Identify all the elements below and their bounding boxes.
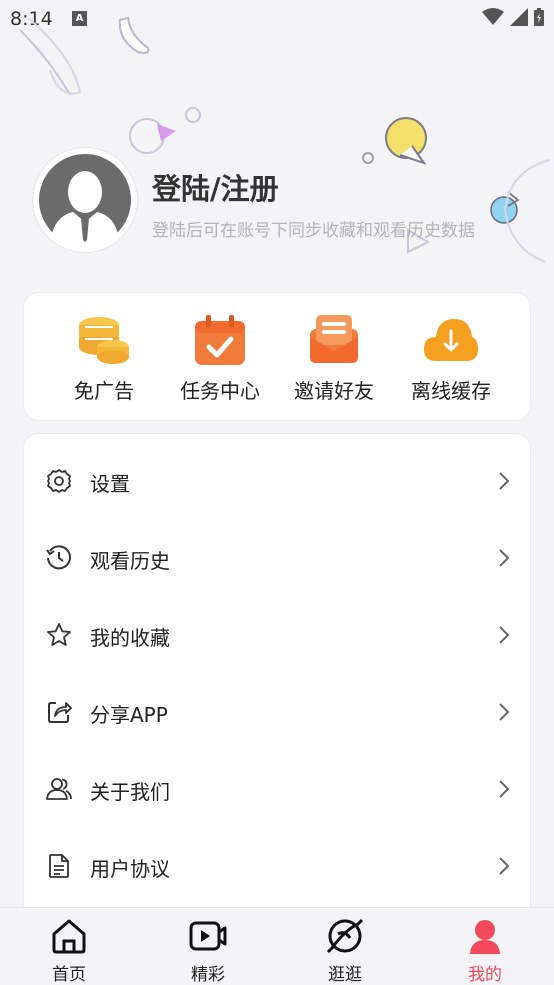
quick-action-label: 免广告 (74, 379, 134, 403)
menu-item-label: 设置 (90, 472, 130, 496)
menu-item-label: 分享APP (90, 703, 168, 727)
quick-action-no-ads[interactable]: 免广告 (44, 315, 164, 404)
chevron-right-icon (499, 780, 510, 798)
envelope-icon (310, 315, 358, 363)
quick-action-label: 离线缓存 (411, 379, 491, 403)
quick-action-task-center[interactable]: 任务中心 (160, 315, 280, 404)
menu-item-share[interactable]: 分享APP (24, 677, 532, 747)
home-icon (52, 919, 86, 954)
menu-item-label: 我的收藏 (90, 626, 170, 650)
login-hint: 登陆后可在账号下同步收藏和观看历史数据 (152, 221, 475, 241)
nav-tab-mine[interactable]: 我的 (445, 918, 525, 985)
menu-item-label: 观看历史 (90, 549, 170, 573)
menu-item-favorites[interactable]: 我的收藏 (24, 600, 532, 670)
login-register-link[interactable]: 登陆/注册 (152, 166, 279, 208)
nav-tab-label: 首页 (52, 965, 86, 985)
avatar[interactable] (33, 148, 137, 252)
quick-actions-card: 免广告 任务中心 邀请好友 离线缓存 (23, 292, 531, 421)
bottom-nav: 首页 精彩 逛逛 我的 (0, 907, 554, 985)
quick-action-invite[interactable]: 邀请好友 (274, 315, 394, 404)
quick-action-label: 任务中心 (180, 379, 260, 403)
nav-tab-explore[interactable]: 逛逛 (305, 918, 385, 985)
history-icon (46, 545, 71, 570)
share-icon (48, 702, 72, 723)
video-icon (189, 921, 227, 951)
menu-item-user-agreement[interactable]: 用户协议 (24, 831, 532, 901)
document-icon (49, 854, 69, 878)
menu-item-history[interactable]: 观看历史 (24, 523, 532, 593)
chevron-right-icon (499, 549, 510, 567)
chevron-right-icon (499, 703, 510, 721)
default-avatar-icon (35, 150, 135, 250)
person-icon (470, 920, 500, 954)
gear-icon (47, 469, 71, 493)
chevron-right-icon (499, 626, 510, 644)
nav-tab-label: 逛逛 (328, 965, 362, 985)
quick-action-label: 邀请好友 (294, 379, 374, 403)
nav-tab-featured[interactable]: 精彩 (168, 918, 248, 985)
nav-tab-label: 精彩 (191, 965, 225, 985)
nav-tab-home[interactable]: 首页 (29, 918, 109, 985)
menu-item-settings[interactable]: 设置 (24, 446, 532, 516)
menu-card: 设置 观看历史 我的收藏 分享APP 关于我们 用户协议 (23, 433, 531, 933)
star-icon (47, 623, 71, 646)
users-icon (46, 778, 72, 800)
nav-tab-label: 我的 (468, 965, 502, 985)
compass-icon (326, 918, 364, 954)
menu-item-about[interactable]: 关于我们 (24, 754, 532, 824)
quick-action-offline-cache[interactable]: 离线缓存 (391, 315, 511, 404)
chevron-right-icon (499, 857, 510, 875)
chevron-right-icon (499, 472, 510, 490)
menu-item-label: 用户协议 (90, 857, 170, 881)
cloud-download-icon (424, 319, 478, 361)
menu-item-label: 关于我们 (90, 780, 170, 804)
calendar-check-icon (195, 315, 245, 365)
coins-icon (79, 317, 129, 364)
